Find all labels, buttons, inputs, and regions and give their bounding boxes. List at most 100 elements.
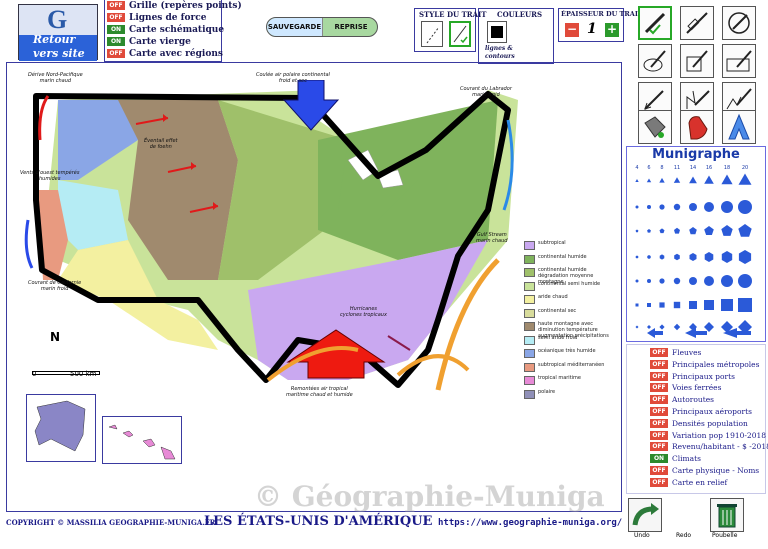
symbol-diamond[interactable] [647, 325, 651, 329]
layer-state[interactable]: OFF [650, 359, 668, 369]
symbol-circle[interactable] [647, 205, 651, 209]
thickness-minus-button[interactable]: − [565, 23, 579, 37]
symbol-hex[interactable] [647, 255, 651, 259]
layer-state[interactable]: OFF [650, 407, 668, 416]
symbol-circle[interactable] [689, 203, 697, 211]
symbol-tri[interactable] [689, 176, 697, 184]
layer-state[interactable]: OFF [650, 383, 668, 393]
layer-state[interactable]: OFF [650, 371, 668, 381]
layer-state[interactable]: OFF [650, 442, 668, 452]
save-button[interactable]: SAUVEGARDE [267, 18, 323, 36]
symbol-pent[interactable] [721, 225, 733, 236]
toggle-blank-map[interactable]: ON Carte vierge [107, 37, 191, 49]
reprise-button[interactable]: REPRISE [324, 18, 377, 36]
symbol-circle[interactable] [635, 279, 639, 283]
symbol-pent[interactable] [659, 228, 665, 234]
symbol-tri[interactable] [635, 179, 639, 182]
symbol-diamond[interactable] [673, 323, 681, 331]
symbol-circle[interactable] [721, 201, 733, 213]
line-tool[interactable] [680, 6, 714, 40]
symbol-pent[interactable] [689, 227, 697, 235]
layer-state[interactable]: OFF [650, 418, 668, 428]
symbol-tri[interactable] [659, 177, 665, 183]
thickness-plus-button[interactable]: + [605, 23, 619, 37]
arrow-symbol[interactable] [685, 328, 707, 338]
symbol-circle[interactable] [721, 275, 733, 287]
eraser-tool[interactable] [680, 110, 714, 144]
symbol-square[interactable] [673, 301, 681, 309]
layer-toggle[interactable]: OFF Carte physique - Noms [650, 466, 759, 478]
symbol-tri[interactable] [646, 178, 652, 183]
symbol-tri[interactable] [738, 173, 752, 185]
symbol-square[interactable] [738, 298, 752, 312]
symbol-hex[interactable] [659, 254, 665, 260]
symbol-pent[interactable] [674, 227, 680, 234]
symbol-circle[interactable] [647, 279, 651, 283]
dashed-line-button[interactable] [421, 21, 443, 47]
symbol-circle[interactable] [673, 277, 681, 285]
symbol-tri[interactable] [721, 174, 733, 185]
trash-button[interactable] [710, 498, 744, 532]
symbol-hex[interactable] [721, 251, 733, 263]
symbol-circle[interactable] [704, 202, 714, 212]
symbol-hex[interactable] [704, 252, 714, 262]
symbol-palette[interactable]: 4 6 8 11 14 16 18 20 [627, 163, 765, 341]
layer-toggle[interactable]: OFF Variation pop 1910-2018 [650, 430, 766, 443]
text-tool[interactable] [722, 110, 756, 144]
symbol-square[interactable] [635, 303, 639, 307]
symbol-circle[interactable] [659, 278, 665, 284]
symbol-pent[interactable] [704, 226, 714, 235]
toggle-schematic-map[interactable]: ON Carte schématique [107, 25, 224, 37]
climate-map[interactable] [18, 80, 520, 398]
layer-state[interactable]: OFF [650, 477, 668, 487]
color-swatch-button[interactable] [487, 21, 507, 43]
layer-toggle[interactable]: OFF Principaux ports [650, 371, 735, 384]
symbol-hex[interactable] [738, 250, 752, 264]
toggle-state[interactable]: OFF [107, 13, 125, 22]
site-link[interactable]: https://www.geographie-muniga.org/ [438, 518, 622, 528]
freehand-tool[interactable] [638, 6, 672, 40]
rectangle-tool[interactable] [722, 44, 756, 78]
symbol-circle[interactable] [704, 276, 714, 286]
symbol-circle[interactable] [635, 205, 639, 209]
symbol-circle[interactable] [659, 204, 665, 210]
bucket-tool[interactable] [638, 110, 672, 144]
layer-toggle[interactable]: OFF Principaux aéroports [650, 407, 752, 419]
layer-state[interactable]: OFF [650, 395, 668, 405]
solid-line-button[interactable] [449, 21, 471, 47]
layer-toggle[interactable]: OFF Revenu/habitant - $ -2018 [650, 442, 768, 454]
toggle-regions-map[interactable]: OFF Carte avec régions [107, 49, 223, 61]
toggle-state[interactable]: OFF [107, 49, 125, 58]
layer-state[interactable]: OFF [650, 348, 668, 357]
toggle-state[interactable]: OFF [107, 1, 125, 10]
symbol-circle[interactable] [738, 200, 752, 214]
layer-toggle[interactable]: OFF Carte en relief [650, 477, 727, 490]
layer-toggle[interactable]: OFF Principales métropoles [650, 359, 759, 372]
symbol-square[interactable] [689, 301, 697, 309]
layer-toggle[interactable]: OFF Autoroutes [650, 395, 714, 407]
symbol-square[interactable] [704, 300, 714, 310]
layer-toggle[interactable]: OFF Voies ferrées [650, 383, 721, 395]
symbol-diamond[interactable] [635, 325, 639, 329]
symbol-tri[interactable] [673, 177, 681, 183]
toggle-state[interactable]: ON [107, 25, 125, 34]
toggle-state[interactable]: ON [107, 37, 125, 46]
redo-label[interactable]: Redo [676, 532, 691, 539]
layer-state[interactable]: OFF [650, 466, 668, 475]
symbol-pent[interactable] [647, 229, 651, 233]
layer-toggle[interactable]: OFF Fleuves [650, 348, 701, 360]
back-to-site-logo[interactable]: G Retour vers site [18, 4, 98, 61]
toggle-force-lines[interactable]: OFF Lignes de force [107, 13, 206, 25]
symbol-square[interactable] [721, 299, 733, 311]
symbol-diamond[interactable] [659, 324, 665, 330]
layer-toggle[interactable]: ON Climats [650, 454, 701, 466]
symbol-diamond[interactable] [704, 322, 714, 332]
layer-state[interactable]: OFF [650, 430, 668, 440]
symbol-pent[interactable] [635, 229, 639, 233]
toggle-grid[interactable]: OFF Grille (repères points) [107, 1, 242, 13]
symbol-tri[interactable] [704, 175, 714, 184]
square-tool[interactable] [680, 44, 714, 78]
ellipse-tool[interactable] [638, 44, 672, 78]
symbol-hex[interactable] [689, 253, 697, 261]
symbol-hex[interactable] [635, 255, 639, 259]
